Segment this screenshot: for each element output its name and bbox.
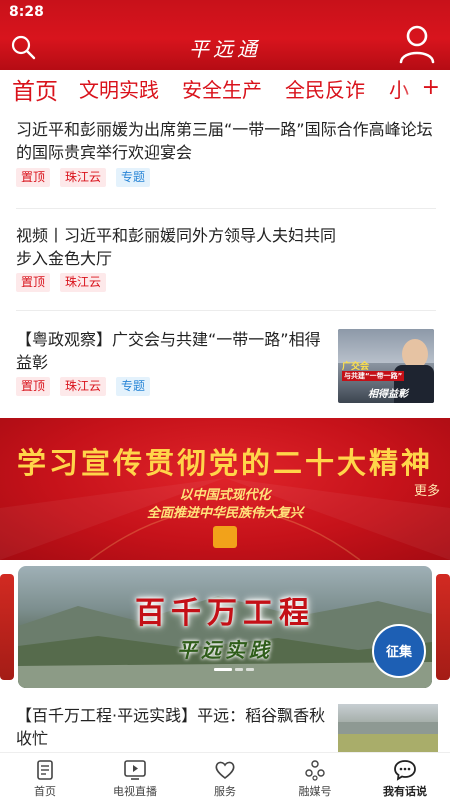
carousel-next-slide[interactable] xyxy=(436,574,450,680)
search-icon[interactable] xyxy=(10,34,36,60)
category-tabs: 首页 文明实践 安全生产 全民反诈 小 + xyxy=(0,70,450,106)
banner-title: 学习宣传贯彻党的二十大精神 xyxy=(16,446,433,480)
app-logo: 平远通 xyxy=(189,37,261,61)
carousel-dot-active[interactable] xyxy=(214,668,232,671)
add-tab-icon[interactable]: + xyxy=(422,75,440,100)
thumb-text-3: 相得益彰 xyxy=(368,389,408,400)
carousel-prev-slide[interactable] xyxy=(0,574,14,680)
banner-line-2: 全面推进中华民族伟大复兴 xyxy=(146,506,303,521)
tab-civilization[interactable]: 文明实践 xyxy=(79,74,159,103)
divider xyxy=(16,310,436,311)
news-tags: 置顶 珠江云 xyxy=(16,273,107,293)
tabbar-service[interactable]: 服务 xyxy=(180,753,270,801)
tag-source: 珠江云 xyxy=(60,168,107,187)
news-tags: 置顶 珠江云 专题 xyxy=(16,377,151,397)
tag-source: 珠江云 xyxy=(60,377,107,396)
tabbar-media[interactable]: 融媒号 xyxy=(270,753,360,801)
tag-topic: 专题 xyxy=(116,377,151,396)
user-icon[interactable] xyxy=(398,24,436,64)
media-icon xyxy=(305,760,325,781)
tabbar-home[interactable]: 首页 xyxy=(0,753,90,801)
home-icon xyxy=(37,760,53,780)
app-header: 8:28 平远通 xyxy=(0,0,450,70)
chat-icon xyxy=(394,760,416,781)
news-title: 【百千万工程·平远实践】平远：稻谷飘香秋收忙 xyxy=(16,706,326,748)
tab-fade xyxy=(402,70,422,106)
news-title: 视频丨习近平和彭丽媛同外方领导人夫妇共同步入金色大厅 xyxy=(16,226,337,268)
heart-icon xyxy=(215,761,235,780)
tab-anti-fraud[interactable]: 全民反诈 xyxy=(285,74,365,103)
tag-pinned: 置顶 xyxy=(16,273,51,292)
tabbar-label: 服务 xyxy=(214,785,236,798)
news-thumbnail[interactable]: 广交会 与共建“一带一路” 相得益彰 xyxy=(338,329,434,403)
tabbar-label: 电视直播 xyxy=(113,785,157,798)
tag-pinned: 置顶 xyxy=(16,168,51,187)
banner-line-1: 以中国式现代化 xyxy=(179,488,271,503)
carousel-subtitle: 平远实践 xyxy=(177,638,273,662)
status-time: 8:28 xyxy=(9,4,44,20)
tag-source: 珠江云 xyxy=(60,273,107,292)
tab-safety[interactable]: 安全生产 xyxy=(182,74,262,103)
tabbar-label: 我有话说 xyxy=(383,785,427,798)
carousel-dot[interactable] xyxy=(235,668,243,671)
news-title: 【粤政观察】广交会与共建“一带一路”相得益彰 xyxy=(16,330,321,372)
news-item[interactable]: 习近平和彭丽媛为出席第三届“一带一路”国际合作高峰论坛的国际贵宾举行欢迎宴会 置… xyxy=(0,108,450,208)
tag-pinned: 置顶 xyxy=(16,377,51,396)
news-title: 习近平和彭丽媛为出席第三届“一带一路”国际合作高峰论坛的国际贵宾举行欢迎宴会 xyxy=(16,120,433,162)
tabbar-comment[interactable]: 我有话说 xyxy=(360,753,450,801)
news-tags: 置顶 珠江云 专题 xyxy=(16,168,151,188)
tag-topic: 专题 xyxy=(116,168,151,187)
tabbar-label: 首页 xyxy=(34,785,56,798)
carousel-title: 百千万工程 xyxy=(135,596,315,631)
carousel-slide[interactable]: 百千万工程 平远实践 征集 xyxy=(18,566,432,688)
carousel-badge: 征集 xyxy=(372,624,426,678)
banner-more-link[interactable]: 更多 xyxy=(414,480,440,499)
carousel-dot[interactable] xyxy=(246,668,254,671)
carousel-indicator xyxy=(214,668,254,671)
tv-icon xyxy=(124,760,146,780)
divider xyxy=(16,208,436,209)
thumb-text-2: 与共建“一带一路” xyxy=(342,371,405,381)
bottom-tab-bar: 首页 电视直播 服务 融媒号 我有话说 xyxy=(0,752,450,800)
tabbar-label: 融媒号 xyxy=(298,785,332,798)
party-emblem-icon xyxy=(213,526,237,548)
feature-carousel[interactable]: 百千万工程 平远实践 征集 xyxy=(0,566,450,688)
tabbar-tv-live[interactable]: 电视直播 xyxy=(90,753,180,801)
party-banner[interactable]: 学习宣传贯彻党的二十大精神 以中国式现代化 全面推进中华民族伟大复兴 更多 xyxy=(0,418,450,560)
news-item[interactable]: 视频丨习近平和彭丽媛同外方领导人夫妇共同步入金色大厅 置顶 珠江云 xyxy=(0,214,450,310)
news-thumbnail[interactable] xyxy=(338,704,438,754)
tab-home[interactable]: 首页 xyxy=(12,72,58,106)
